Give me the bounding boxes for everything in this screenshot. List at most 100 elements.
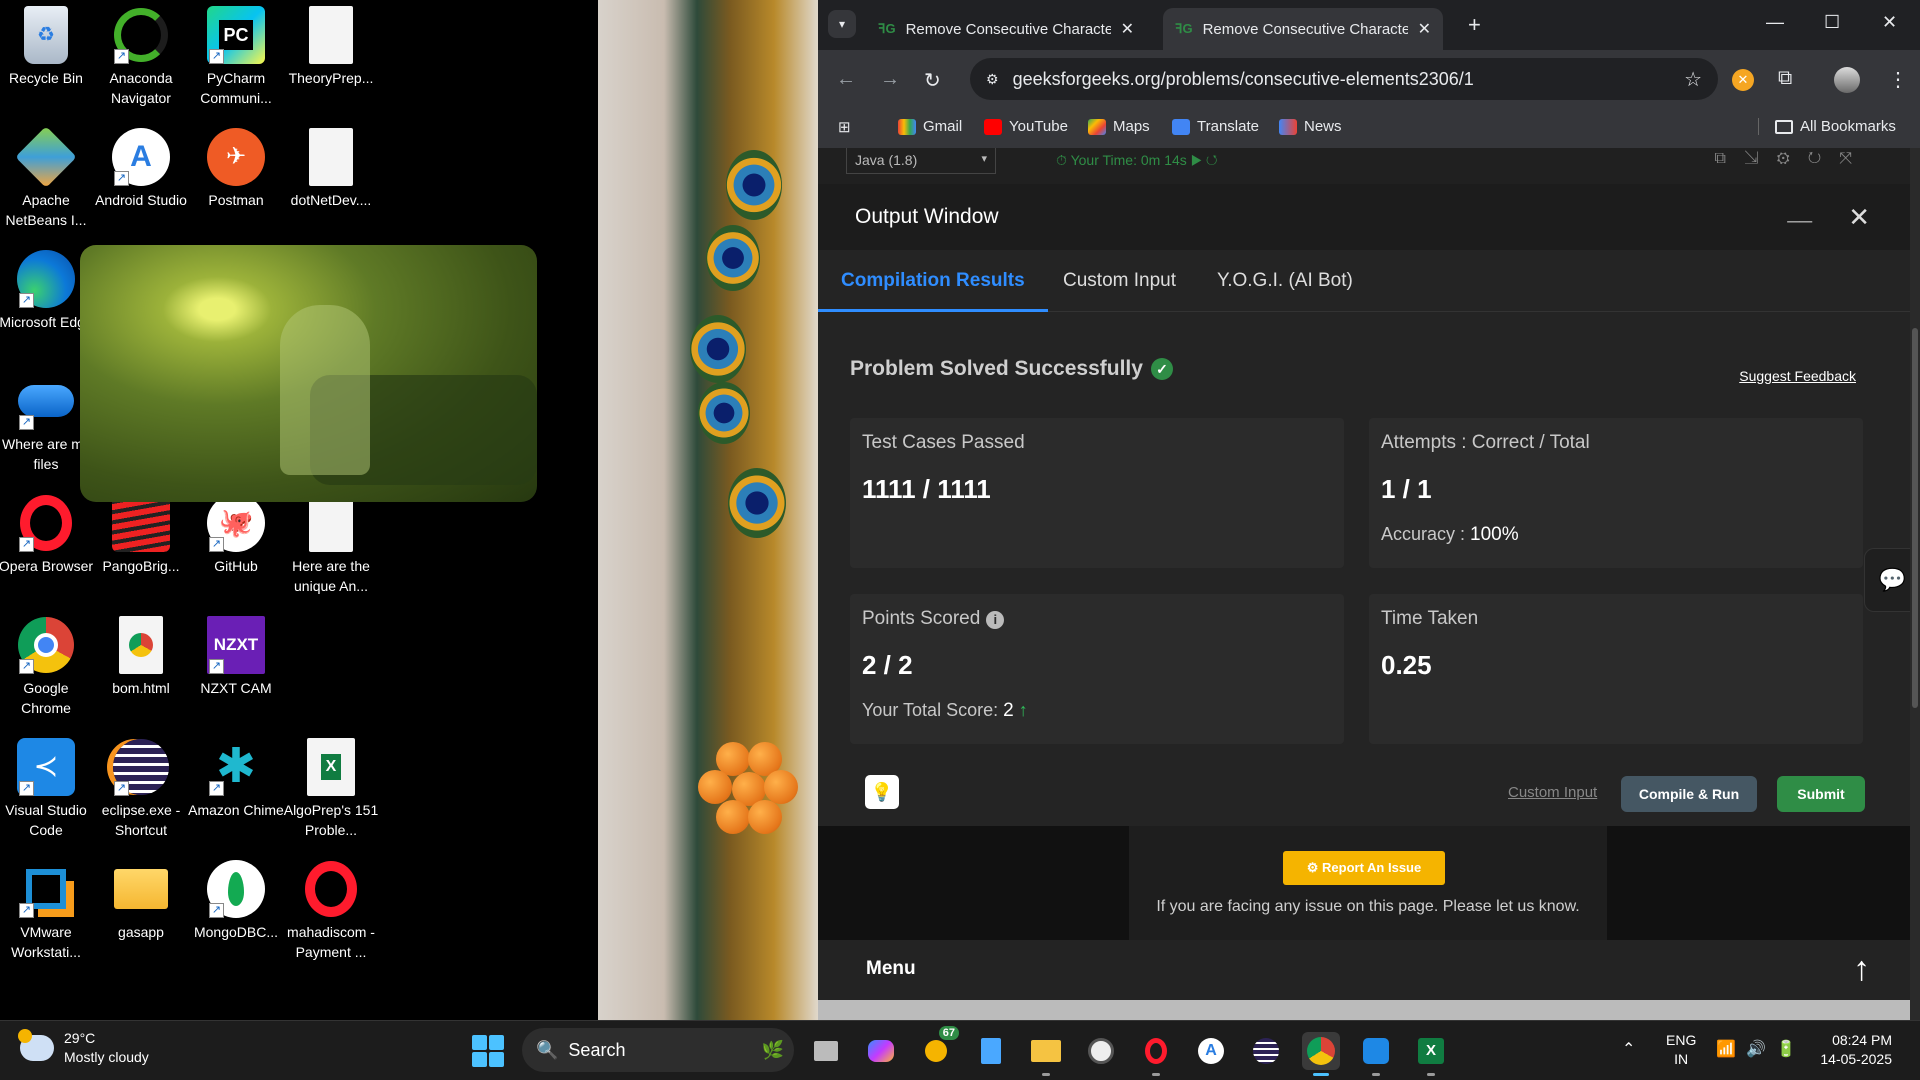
wifi-icon[interactable]: 📶 bbox=[1716, 1039, 1736, 1059]
apps-grid-icon[interactable]: ⊞ bbox=[838, 118, 851, 136]
scroll-top-arrow-icon[interactable]: ↑ bbox=[1853, 950, 1870, 989]
close-tab-icon[interactable]: ✕ bbox=[1121, 19, 1134, 39]
site-info-tune-icon[interactable]: ⚙ bbox=[986, 71, 999, 88]
suggest-feedback-link[interactable]: Suggest Feedback bbox=[1739, 368, 1856, 384]
desktop-icon-mahadiscom[interactable]: mahadiscom - Payment ... bbox=[283, 860, 379, 962]
language-select[interactable]: Java (1.8) ▾ bbox=[846, 148, 996, 174]
task-view-icon[interactable] bbox=[807, 1032, 845, 1070]
windows-start-icon[interactable] bbox=[472, 1035, 504, 1067]
desktop-icon-chrome[interactable]: ↗ Google Chrome bbox=[0, 616, 94, 718]
bookmark-star-icon[interactable]: ☆ bbox=[1684, 67, 1702, 92]
tab-search-chevron-icon[interactable]: ▾ bbox=[828, 10, 856, 38]
taskbar-search[interactable]: 🔍 Search 🌿 bbox=[522, 1028, 794, 1072]
desktop-icon-pangobright[interactable]: PangoBrig... bbox=[93, 494, 189, 576]
tab-yogi-ai-bot[interactable]: Y.O.G.I. (AI Bot) bbox=[1194, 250, 1376, 312]
shortcut-arrow-icon: ↗ bbox=[209, 659, 224, 674]
chrome-taskbar-icon[interactable] bbox=[1302, 1032, 1340, 1076]
shortcut-arrow-icon: ↗ bbox=[114, 781, 129, 796]
address-bar[interactable]: ⚙ geeksforgeeks.org/problems/consecutive… bbox=[970, 58, 1718, 100]
desktop-icon-bom-html[interactable]: bom.html bbox=[93, 616, 189, 698]
all-bookmarks[interactable]: All Bookmarks bbox=[1758, 118, 1896, 135]
card-attempts: Attempts : Correct / Total 1 / 1 Accurac… bbox=[1369, 418, 1863, 568]
netbeans-icon bbox=[15, 126, 77, 188]
close-output-icon[interactable]: ✕ bbox=[1848, 202, 1870, 233]
desktop-icon-vscode[interactable]: ≺ ↗ Visual Studio Code bbox=[0, 738, 94, 840]
browser-tab-1[interactable]: ꟻG Remove Consecutive Characters ✕ bbox=[866, 8, 1146, 50]
extensions-puzzle-icon[interactable]: ⧉ bbox=[1778, 67, 1792, 90]
report-issue-section: ⚙ Report An Issue If you are facing any … bbox=[818, 826, 1910, 940]
horizontal-scrollbar[interactable] bbox=[818, 1000, 1910, 1020]
running-indicator bbox=[1042, 1073, 1050, 1076]
bookmark-translate[interactable]: Translate bbox=[1172, 118, 1259, 135]
bookmark-youtube[interactable]: YouTube bbox=[984, 118, 1068, 135]
new-tab-plus-icon[interactable]: + bbox=[1468, 12, 1481, 38]
forward-arrow-icon[interactable]: → bbox=[880, 68, 900, 91]
minimize-window-icon[interactable]: — bbox=[1766, 12, 1784, 33]
desktop-icon-vmware[interactable]: ↗ VMware Workstati... bbox=[0, 860, 94, 962]
extension-badge-icon[interactable]: ✕ bbox=[1732, 67, 1754, 91]
close-window-icon[interactable]: ✕ bbox=[1882, 12, 1897, 33]
bookmark-gmail[interactable]: Gmail bbox=[898, 118, 962, 135]
vertical-scrollbar[interactable] bbox=[1910, 148, 1920, 1020]
maximize-window-icon[interactable]: ☐ bbox=[1824, 12, 1840, 33]
android-studio-taskbar-icon[interactable]: A bbox=[1192, 1032, 1230, 1070]
menu-toggle[interactable]: Menu bbox=[866, 958, 916, 980]
bookmark-news[interactable]: News bbox=[1279, 118, 1342, 135]
editor-actions-icons[interactable]: ⧉⇲⚙↻⤧ bbox=[1715, 150, 1870, 168]
report-issue-button[interactable]: ⚙ Report An Issue bbox=[1283, 851, 1445, 885]
volume-icon[interactable]: 🔊 bbox=[1746, 1039, 1766, 1059]
desktop-icon-pycharm[interactable]: PC ↗ PyCharm Communi... bbox=[188, 6, 284, 108]
desktop-icon-theoryprep[interactable]: TheoryPrep... bbox=[283, 6, 379, 88]
desktop-icon-netbeans[interactable]: Apache NetBeans I... bbox=[0, 126, 94, 230]
desktop-icon-opera[interactable]: ↗ Opera Browser bbox=[0, 494, 94, 576]
file-explorer-icon[interactable] bbox=[1027, 1032, 1065, 1076]
show-hidden-icons-chevron-icon[interactable]: ⌃ bbox=[1622, 1039, 1635, 1059]
scrollbar-thumb[interactable] bbox=[1912, 328, 1918, 708]
battery-icon[interactable]: 🔋 bbox=[1776, 1039, 1796, 1059]
info-icon[interactable]: i bbox=[986, 611, 1005, 629]
desktop-icon-nzxt-cam[interactable]: NZXT ↗ NZXT CAM bbox=[188, 616, 284, 698]
minimize-output-icon[interactable]: __ bbox=[1788, 198, 1812, 224]
weather-widget[interactable]: 29°C Mostly cloudy bbox=[18, 1029, 149, 1067]
timer: ⏱ Your Time: 0m 14s ▶ ↺ bbox=[1056, 152, 1218, 168]
notepad-icon[interactable] bbox=[972, 1032, 1010, 1070]
input-language-indicator[interactable]: ENG IN bbox=[1666, 1031, 1696, 1069]
taskbar-app-badge[interactable]: 67 bbox=[917, 1026, 959, 1070]
desktop-icon-android-studio[interactable]: A ↗ Android Studio bbox=[93, 128, 189, 210]
profile-avatar[interactable] bbox=[1834, 67, 1860, 99]
desktop-icon-postman[interactable]: ✈ Postman bbox=[188, 128, 284, 210]
tab-compilation-results[interactable]: Compilation Results bbox=[818, 250, 1048, 312]
desktop-icon-eclipse[interactable]: ↗ eclipse.exe - Shortcut bbox=[93, 738, 189, 840]
bookmark-maps[interactable]: Maps bbox=[1088, 118, 1150, 135]
chrome-menu-kebab-icon[interactable]: ⋮ bbox=[1888, 67, 1908, 92]
webcam-preview-overlay[interactable] bbox=[80, 245, 537, 502]
browser-tab-2-active[interactable]: ꟻG Remove Consecutive Characters ✕ bbox=[1163, 8, 1443, 50]
desktop-icon-recycle-bin[interactable]: ♻ Recycle Bin bbox=[0, 6, 94, 88]
excel-taskbar-icon[interactable]: X bbox=[1412, 1032, 1450, 1076]
custom-input-link[interactable]: Custom Input bbox=[1508, 784, 1597, 801]
desktop-icon-github[interactable]: 🐙 ↗ GitHub bbox=[188, 494, 284, 576]
back-arrow-icon[interactable]: ← bbox=[836, 68, 856, 91]
clock-app-icon[interactable] bbox=[1082, 1032, 1120, 1070]
lightbulb-hint-icon[interactable]: 💡 bbox=[865, 775, 899, 809]
submit-button[interactable]: Submit bbox=[1777, 776, 1865, 812]
desktop-icon-mongodb-compass[interactable]: ↗ MongoDBC... bbox=[188, 860, 284, 942]
copilot-icon[interactable] bbox=[862, 1032, 900, 1070]
reload-icon[interactable]: ↻ bbox=[924, 68, 941, 93]
opera-taskbar-icon[interactable] bbox=[1137, 1032, 1175, 1076]
eclipse-taskbar-icon[interactable] bbox=[1247, 1032, 1285, 1070]
web-page: Java (1.8) ▾ ⏱ Your Time: 0m 14s ▶ ↺ ⧉⇲⚙↻… bbox=[818, 148, 1920, 1020]
desktop-icon-dotnetdev[interactable]: dotNetDev.... bbox=[283, 128, 379, 210]
taskbar-clock[interactable]: 08:24 PM 14-05-2025 bbox=[1812, 1031, 1892, 1069]
output-window: Output Window __ ✕ Compilation Results C… bbox=[818, 184, 1910, 826]
close-tab-icon[interactable]: ✕ bbox=[1418, 19, 1431, 39]
vscode-taskbar-icon[interactable] bbox=[1357, 1032, 1395, 1076]
desktop-icon-algoprep-excel[interactable]: X AlgoPrep's 151 Proble... bbox=[283, 738, 379, 840]
desktop-icon-unique-answers[interactable]: Here are the unique An... bbox=[283, 494, 379, 596]
tab-custom-input[interactable]: Custom Input bbox=[1040, 250, 1199, 312]
desktop-icon-amazon-chime[interactable]: ✱ ↗ Amazon Chime bbox=[188, 738, 284, 820]
bookmarks-bar: ⊞ Gmail YouTube Maps Translate News All … bbox=[818, 108, 1920, 148]
desktop-icon-anaconda[interactable]: ↗ Anaconda Navigator bbox=[93, 6, 189, 108]
compile-run-button[interactable]: Compile & Run bbox=[1621, 776, 1757, 812]
desktop-icon-gasapp-folder[interactable]: gasapp bbox=[93, 860, 189, 942]
